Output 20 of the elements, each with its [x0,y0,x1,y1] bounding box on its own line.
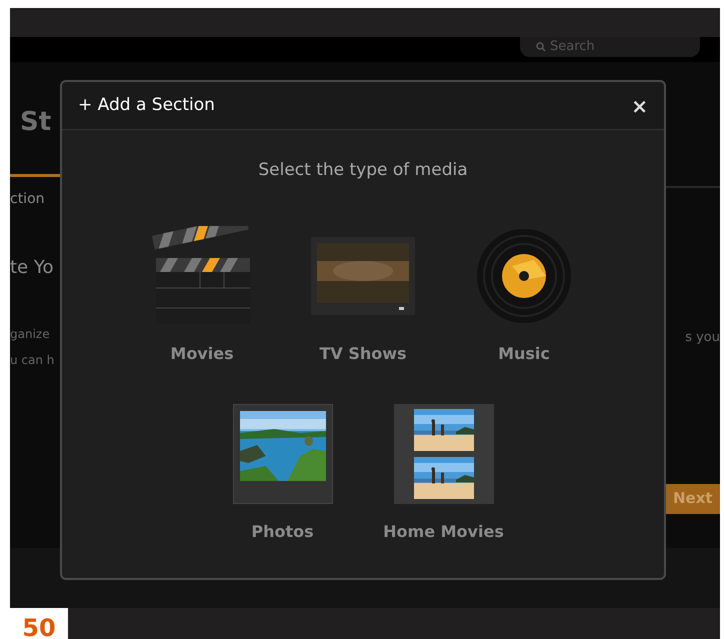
search-placeholder: Search [550,38,595,56]
tv-icon [311,236,415,314]
tab-label[interactable]: ction [10,189,60,210]
search-icon [536,42,546,52]
dialog-prompt: Select the type of media [257,159,469,182]
media-type-label[interactable]: Home Movies [383,520,504,544]
media-type-label[interactable]: Movies [170,342,234,366]
description-text: u can h [10,352,56,369]
active-tab-underline [10,174,60,177]
description-text: ganize [10,326,51,343]
section-heading: te Yo [10,256,54,280]
media-type-label[interactable]: TV Shows [319,342,407,366]
description-text: s you [685,329,720,347]
media-type-label[interactable]: Music [498,342,550,366]
vinyl-record-icon [476,228,572,324]
media-type-label[interactable]: Photos [251,520,314,544]
page-title: St [20,106,52,139]
page-number: 50 [10,608,68,639]
dialog-title: + Add a Section [78,94,215,117]
close-button[interactable]: × [631,96,648,116]
